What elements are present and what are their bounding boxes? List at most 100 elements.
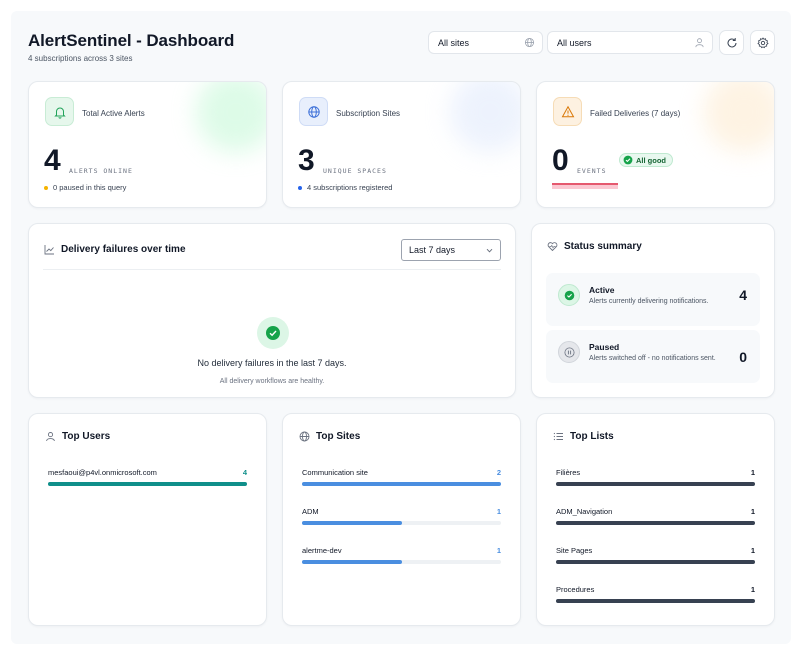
time-range-select[interactable]: Last 7 days (401, 239, 501, 261)
card-glow (450, 82, 520, 152)
pause-icon (564, 347, 574, 357)
rank-bar-fill (302, 482, 501, 486)
rank-bar-track (302, 521, 501, 525)
rank-bar-track (556, 482, 755, 486)
rank-item[interactable]: ADM_Navigation 1 (556, 507, 755, 527)
user-icon (46, 432, 55, 442)
status-description: Alerts currently delivering notification… (589, 298, 709, 305)
globe-icon (524, 37, 535, 48)
rank-label: mesfaoui@p4vl.onmicrosoft.com (48, 468, 157, 477)
card-header: Top Users (45, 431, 110, 442)
settings-button[interactable] (750, 30, 775, 55)
status-name: Active (589, 285, 615, 295)
rank-label: Communication site (302, 468, 368, 477)
warning-icon (561, 105, 574, 117)
empty-state-title: No delivery failures in the last 7 days. (197, 358, 347, 368)
check-circle-icon (623, 155, 633, 165)
stat-value: 0 (552, 144, 569, 177)
time-range-value: Last 7 days (409, 245, 456, 255)
stat-card-subscription-sites: Subscription Sites 3 UNIQUE SPACES 4 sub… (282, 81, 521, 208)
card-title: Delivery failures over time (61, 244, 186, 255)
rank-bar-fill (302, 560, 402, 564)
refresh-button[interactable] (719, 30, 744, 55)
globe-icon (307, 105, 320, 118)
top-lists-card: Top Lists Filières 1 ADM_Navigation 1 Site P… (536, 413, 775, 626)
chevron-down-icon (486, 248, 493, 253)
heart-pulse-icon (547, 242, 558, 252)
card-glow (704, 82, 774, 152)
rank-label: Filières (556, 468, 581, 477)
globe-icon-box (299, 97, 328, 126)
user-filter-value: All users (557, 38, 592, 48)
card-title: Status summary (564, 241, 642, 252)
rank-bar-track (556, 560, 755, 564)
stat-label: Subscription Sites (336, 109, 401, 118)
rank-count: 1 (750, 585, 755, 594)
rank-item[interactable]: Site Pages 1 (556, 546, 755, 566)
page-subtitle: 4 subscriptions across 3 sites (28, 54, 133, 63)
rank-count: 4 (242, 468, 247, 477)
rank-bar-track (556, 521, 755, 525)
rank-item[interactable]: ADM 1 (302, 507, 501, 527)
stat-note: 0 paused in this query (44, 183, 126, 192)
rank-bar-fill (556, 599, 755, 603)
top-sites-card: Top Sites Communication site 2 ADM 1 alertme… (282, 413, 521, 626)
rank-label: ADM_Navigation (556, 507, 613, 516)
stat-unit: EVENTS (577, 167, 607, 175)
rank-item[interactable]: Filières 1 (556, 468, 755, 488)
gear-icon (756, 36, 769, 48)
rank-count: 1 (496, 546, 501, 555)
stat-value: 4 (44, 144, 61, 177)
stat-label: Failed Deliveries (7 days) (590, 109, 681, 118)
stat-card-active-alerts: Total Active Alerts 4 ALERTS ONLINE 0 pa… (28, 81, 267, 208)
card-header: Delivery failures over time (44, 244, 186, 255)
header-divider (43, 269, 501, 270)
rank-bar-track (556, 599, 755, 603)
card-glow (196, 82, 266, 152)
stat-note-text: 0 paused in this query (53, 183, 127, 192)
warning-icon-box (553, 97, 582, 126)
stat-note-text: 4 subscriptions registered (307, 183, 393, 192)
check-circle-icon (266, 326, 280, 340)
rank-bar-fill (556, 521, 755, 525)
status-name: Paused (589, 342, 620, 352)
rank-bar-track (48, 482, 247, 486)
card-header: Top Sites (299, 431, 360, 442)
site-filter-select[interactable]: All sites (428, 31, 543, 54)
rank-item[interactable]: alertme-dev 1 (302, 546, 501, 566)
bell-icon (53, 107, 66, 119)
status-count: 4 (739, 287, 747, 303)
card-header: Top Lists (553, 431, 614, 442)
rank-count: 1 (750, 468, 755, 477)
status-count: 0 (739, 349, 747, 365)
status-description: Alerts switched off - no notifications s… (589, 355, 716, 362)
paused-status-icon (558, 341, 580, 363)
line-chart-icon (44, 245, 54, 255)
user-icon (695, 38, 704, 48)
rank-bar-track (302, 560, 501, 564)
user-filter-select[interactable]: All users (547, 31, 713, 54)
bell-icon-box (45, 97, 74, 126)
stat-unit: ALERTS ONLINE (69, 167, 133, 175)
empty-state-subtitle: All delivery workflows are healthy. (219, 378, 325, 385)
status-dot (44, 185, 48, 190)
rank-item[interactable]: Communication site 2 (302, 468, 501, 488)
rank-bar-fill (556, 482, 755, 486)
rank-count: 1 (496, 507, 501, 516)
globe-icon (299, 431, 310, 442)
refresh-icon (727, 37, 736, 47)
site-filter-value: All sites (438, 38, 470, 48)
success-check-icon (257, 317, 289, 349)
stat-value: 3 (298, 144, 315, 177)
list-icon (553, 432, 563, 441)
rank-item[interactable]: Procedures 1 (556, 585, 755, 605)
rank-count: 2 (496, 468, 501, 477)
stat-note: 4 subscriptions registered (298, 183, 392, 192)
rank-label: Site Pages (556, 546, 593, 555)
badge-text: All good (636, 155, 666, 165)
rank-bar-fill (48, 482, 247, 486)
card-header: Status summary (547, 241, 642, 252)
card-title: Top Users (62, 431, 111, 442)
rank-item[interactable]: mesfaoui@p4vl.onmicrosoft.com 4 (48, 468, 247, 488)
card-title: Top Lists (570, 431, 614, 442)
